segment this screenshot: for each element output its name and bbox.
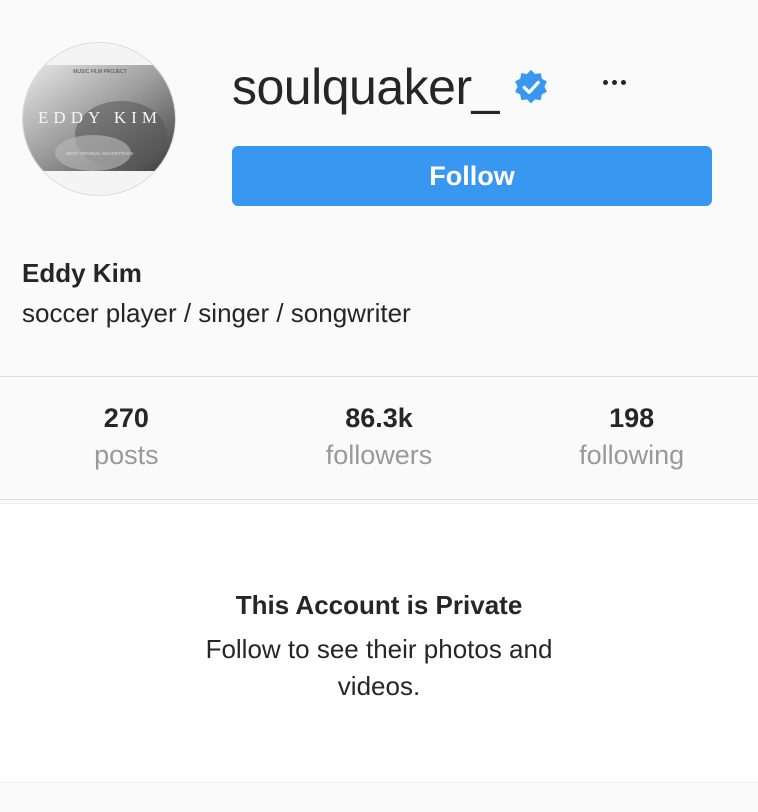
avatar[interactable]: MUSIC FILM PROJECT EDDY KIM BEST ORIGINA… (22, 42, 176, 196)
stat-following[interactable]: 198 following (505, 377, 758, 499)
avatar-title-text: EDDY KIM (38, 108, 162, 127)
avatar-caption-top: MUSIC FILM PROJECT (73, 69, 127, 75)
more-dot (602, 79, 608, 85)
more-options-icon[interactable] (598, 66, 630, 98)
username-row: soulquaker_ (232, 52, 549, 122)
more-dot (611, 79, 617, 85)
stat-posts[interactable]: 270 posts (0, 377, 253, 499)
private-subtitle: Follow to see their photos and videos. (205, 634, 553, 701)
stat-value: 198 (609, 403, 655, 433)
more-dot (620, 79, 626, 85)
avatar-caption-bottom: BEST ORIGINAL SOUNDTRACK (66, 151, 133, 156)
stat-label: following (579, 440, 685, 470)
avatar-image: MUSIC FILM PROJECT EDDY KIM BEST ORIGINA… (23, 43, 175, 195)
stat-value: 270 (103, 403, 149, 433)
private-title: This Account is Private (235, 590, 523, 620)
verified-badge-icon (515, 69, 547, 104)
private-account-notice: This Account is Private Follow to see th… (0, 503, 758, 783)
stat-label: followers (325, 440, 433, 470)
bio: soccer player / singer / songwriter (22, 298, 411, 328)
follow-button[interactable]: Follow (232, 146, 712, 206)
stat-followers[interactable]: 86.3k followers (253, 377, 506, 499)
stats-bar: 270 posts 86.3k followers 198 following (0, 376, 758, 500)
stat-value: 86.3k (345, 403, 413, 433)
username: soulquaker_ (232, 59, 499, 115)
profile-page: MUSIC FILM PROJECT EDDY KIM BEST ORIGINA… (0, 0, 758, 812)
full-name: Eddy Kim (22, 258, 142, 288)
stat-label: posts (94, 440, 159, 470)
